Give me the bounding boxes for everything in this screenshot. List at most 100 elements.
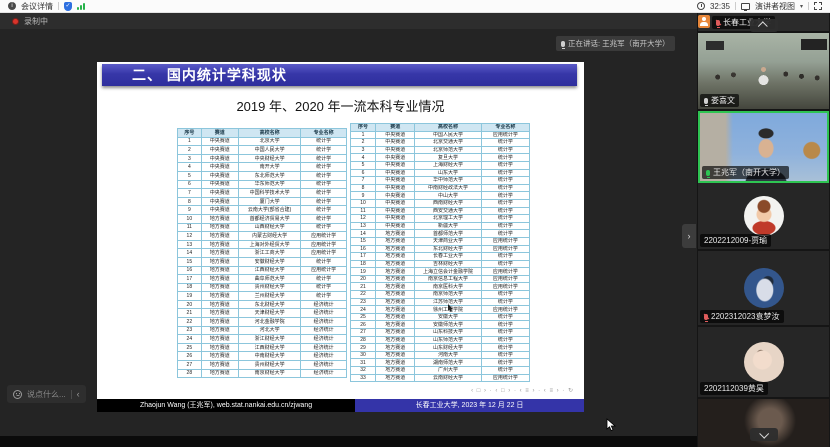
table-row: 20地方赛道南京信息工程大学应用统计学 (351, 275, 530, 283)
table-cell: 中央赛道 (201, 197, 238, 206)
table-cell: 统计学 (301, 257, 347, 266)
table-cell: 应用统计学 (481, 131, 529, 139)
participant-tile-huanghao[interactable]: 2202112039黄昊 (698, 327, 829, 397)
table-row: 20地方赛道东北财经大学经济统计 (178, 300, 347, 309)
table-cell: 2 (351, 139, 376, 147)
table-cell: 21 (178, 309, 202, 318)
avatar (744, 268, 784, 308)
security-shield-icon[interactable]: ✓ (64, 2, 72, 11)
table-cell: 33 (351, 374, 376, 382)
table-cell: 28 (351, 336, 376, 344)
table-cell: 统计学 (301, 223, 347, 232)
table-row: 5中央赛道上海财经大学统计学 (351, 161, 530, 169)
table-cell: 经济统计 (301, 300, 347, 309)
table-cell: 统计学 (481, 161, 529, 169)
table-cell: 7 (178, 189, 202, 198)
sidebar-scroll-up-button[interactable] (750, 19, 778, 32)
sidebar-scroll-down-button[interactable] (750, 428, 778, 441)
chat-input-placeholder[interactable]: 说点什么... (27, 389, 66, 400)
table-cell: 统计学 (301, 197, 347, 206)
chat-collapse-icon[interactable]: ‹ (77, 390, 80, 399)
table-cell: 中央赛道 (376, 169, 415, 177)
table-cell: 统计学 (481, 199, 529, 207)
table-cell: 天津财经大学 (238, 309, 301, 318)
table-cell: 地方赛道 (201, 257, 238, 266)
table-cell: 曲阜师范大学 (238, 275, 301, 284)
participant-tile-active-speaker[interactable]: 王兆军（南开大学） (698, 111, 829, 183)
slide-cursor-icon (447, 300, 454, 318)
table-header-cell: 赛道 (201, 129, 238, 138)
table-cell: 地方赛道 (201, 223, 238, 232)
table-cell: 南京师范大学 (415, 291, 481, 299)
slide-footer-author: Zhaojun Wang (王兆军), web.stat.nankai.edu.… (97, 399, 355, 412)
table-cell: 地方赛道 (376, 260, 415, 268)
table-cell: 中央赛道 (376, 139, 415, 147)
table-cell: 3 (351, 146, 376, 154)
table-cell: 地方赛道 (201, 326, 238, 335)
table-cell: 13 (178, 240, 202, 249)
table-cell: 5 (351, 161, 376, 169)
table-cell: 地方赛道 (201, 318, 238, 327)
participants-sidebar: 长春工业大学 娄喜文 王兆军（南开大学） 2202212009-贾瑜 22023… (697, 13, 830, 447)
participant-tile-jiayu[interactable]: 2202212009-贾瑜 (698, 183, 829, 249)
table-cell: 统计学 (481, 367, 529, 375)
table-cell: 地方赛道 (201, 361, 238, 370)
table-cell: 安徽财经大学 (238, 257, 301, 266)
table-cell: 10 (351, 199, 376, 207)
table-row: 26地方赛道中南财经大学经济统计 (178, 352, 347, 361)
table-header-cell: 序号 (178, 129, 202, 138)
table-cell: 统计学 (481, 359, 529, 367)
table-cell: 兰州财经大学 (238, 292, 301, 301)
table-row: 11中央赛道西安交通大学统计学 (351, 207, 530, 215)
participant-tile-classroom[interactable]: 娄喜文 (698, 33, 829, 109)
table-cell: 上海财经大学 (415, 161, 481, 169)
table-cell: 统计学 (481, 222, 529, 230)
table-cell: 统计学 (301, 180, 347, 189)
recording-dot-icon (12, 18, 19, 25)
table-row: 15地方赛道安徽财经大学统计学 (178, 257, 347, 266)
table-row: 8中央赛道厦门大学统计学 (178, 197, 347, 206)
table-cell: 河南大学 (415, 351, 481, 359)
view-mode-selector[interactable]: 演讲者视图 (755, 1, 795, 12)
meeting-details-button[interactable]: 会议详情 (21, 1, 53, 12)
table-cell: 地方赛道 (376, 336, 415, 344)
table-cell: 17 (351, 253, 376, 261)
table-cell: 安徽师范大学 (415, 321, 481, 329)
table-cell: 中央赛道 (376, 184, 415, 192)
table-cell: 地方赛道 (201, 214, 238, 223)
table-cell: 22 (351, 291, 376, 299)
participant-tile-yuanmengru[interactable]: 2202312023袁梦汝 (698, 251, 829, 325)
table-header-cell: 赛道 (376, 124, 415, 132)
sidebar-expand-button[interactable]: › (682, 224, 696, 248)
table-cell: 中央赛道 (376, 131, 415, 139)
network-signal-icon[interactable] (77, 2, 85, 10)
table-cell: 统计学 (481, 336, 529, 344)
table-cell: 应用统计学 (481, 237, 529, 245)
table-cell: 14 (178, 249, 202, 258)
chevron-down-icon[interactable]: ▾ (800, 3, 803, 10)
table-cell: 3 (178, 154, 202, 163)
table-row: 16地方赛道江西财经大学应用统计学 (178, 266, 347, 275)
table-cell: 中央赛道 (201, 171, 238, 180)
fullscreen-icon[interactable] (814, 2, 822, 10)
table-row: 24地方赛道徐州工程学院应用统计学 (351, 306, 530, 314)
chevron-up-icon (758, 21, 768, 31)
emoji-icon[interactable] (13, 390, 22, 399)
table-cell: 中南财经大学 (238, 352, 301, 361)
slide-navigation-symbols: ‹ □ › · ‹ □ › · ‹ ≡ › · ‹ ≡ › · ↻ (471, 387, 574, 394)
table-cell: 6 (178, 180, 202, 189)
table-cell: 24 (178, 335, 202, 344)
table-cell: 上海立信会计金融学院 (415, 268, 481, 276)
table-cell: 经济统计 (301, 369, 347, 378)
table-cell: 浙江财经大学 (238, 335, 301, 344)
table-cell: 26 (178, 352, 202, 361)
table-header-cell: 专业名称 (301, 129, 347, 138)
bottom-strip (0, 436, 697, 447)
table-cell: 统计学 (481, 351, 529, 359)
table-header-cell: 序号 (351, 124, 376, 132)
table-cell: 南京财经大学 (238, 369, 301, 378)
table-cell: 地方赛道 (376, 359, 415, 367)
table-cell: 地方赛道 (376, 344, 415, 352)
table-cell: 统计学 (301, 171, 347, 180)
chat-quick-pill[interactable]: 说点什么... ‹ (7, 385, 86, 403)
